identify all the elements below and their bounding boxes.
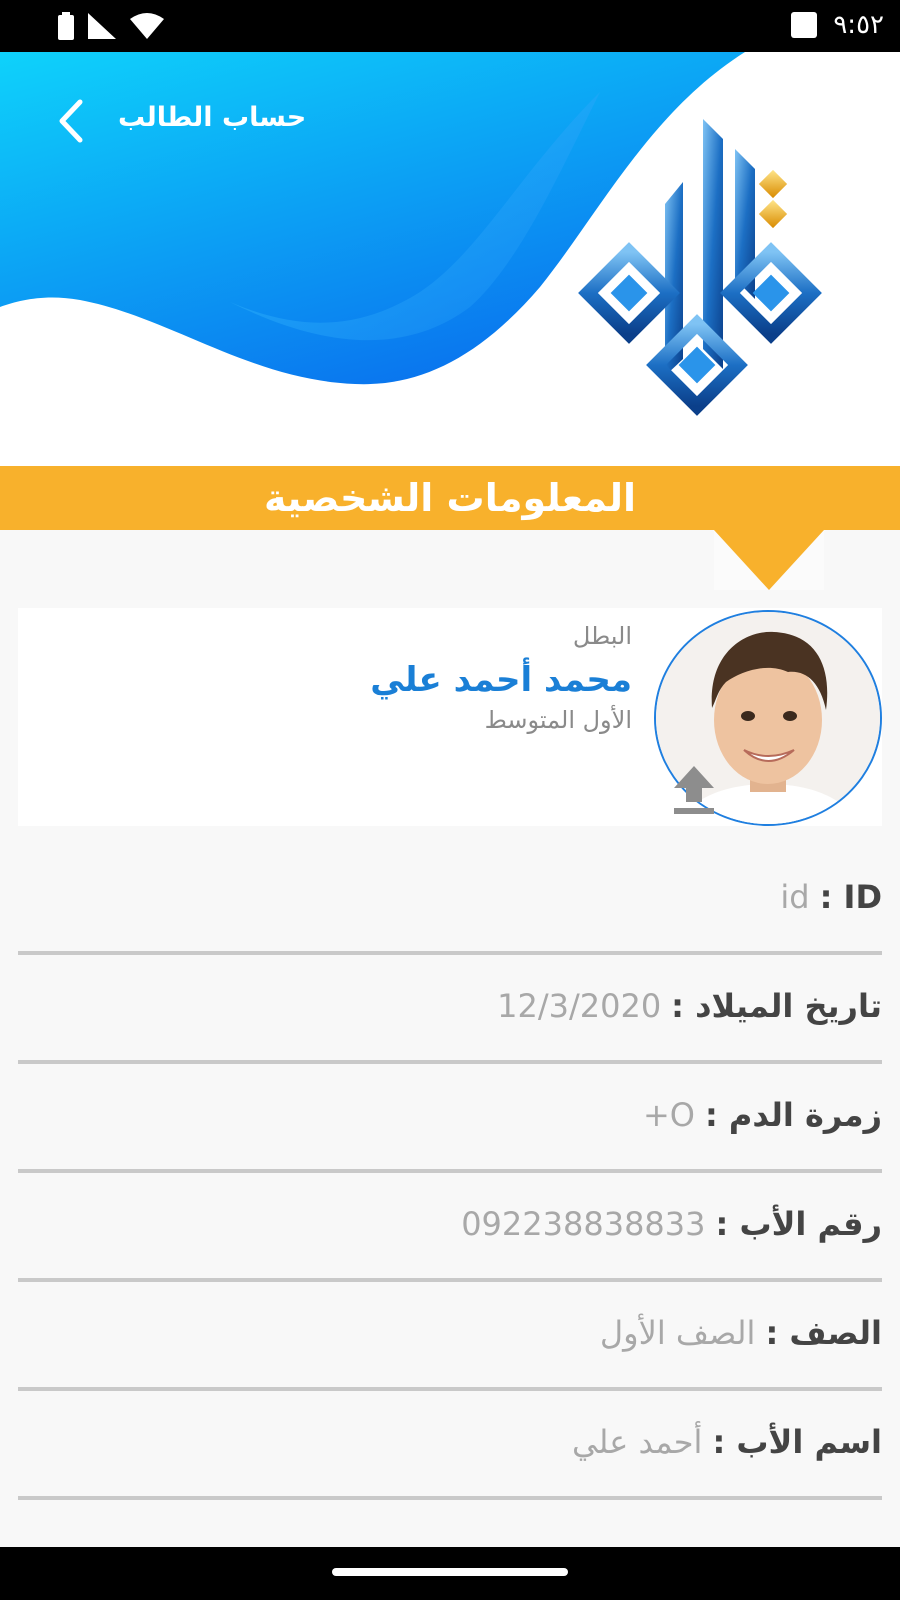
field-value: أحمد علي: [571, 1423, 703, 1461]
battery-icon: [58, 12, 74, 40]
field-value: id: [780, 878, 810, 916]
back-button[interactable]: [46, 96, 96, 146]
student-name: محمد أحمد علي: [370, 660, 632, 700]
notification-icon: [791, 12, 818, 38]
info-fields: ID : id تاريخ الميلاد : 12/3/2020 زمرة ا…: [18, 846, 882, 1500]
upload-icon: [674, 766, 714, 814]
banner-pointer-triangle: [714, 530, 824, 590]
field-birth-date: تاريخ الميلاد : 12/3/2020: [18, 955, 882, 1064]
calligraphy-logo: [578, 119, 822, 416]
field-id: ID : id: [18, 846, 882, 955]
navigation-bar: [0, 1547, 900, 1600]
upload-photo-button[interactable]: [670, 764, 718, 816]
status-time: ٩:٥٢: [833, 10, 884, 40]
field-label: تاريخ الميلاد :: [671, 987, 882, 1025]
field-class: الصف : الصف الأول: [18, 1282, 882, 1391]
field-father-phone: رقم الأب : 092238838833: [18, 1173, 882, 1282]
student-grade: الأول المتوسط: [484, 706, 632, 734]
field-value: O+: [642, 1096, 695, 1134]
field-label: ID :: [819, 878, 882, 916]
field-label: رقم الأب :: [715, 1205, 883, 1243]
profile-info: البطل محمد أحمد علي الأول المتوسط: [370, 622, 632, 734]
field-father-name: اسم الأب : أحمد علي: [18, 1391, 882, 1500]
chevron-left-icon: [59, 99, 83, 143]
status-bar: ٩:٥٢: [0, 0, 900, 52]
banner-pointer: [714, 530, 824, 590]
wifi-icon: [130, 13, 164, 39]
field-label: الصف :: [765, 1314, 882, 1352]
header-hero: حساب الطالب: [0, 52, 900, 466]
section-banner: المعلومات الشخصية: [0, 466, 900, 530]
profile-card: البطل محمد أحمد علي الأول المتوسط: [18, 608, 882, 826]
home-indicator[interactable]: [332, 1568, 568, 1576]
field-blood-type: زمرة الدم : O+: [18, 1064, 882, 1173]
field-value: الصف الأول: [599, 1314, 756, 1352]
section-title: المعلومات الشخصية: [263, 476, 637, 520]
profile-label: البطل: [572, 622, 632, 650]
field-divider: [18, 1496, 882, 1500]
page-title: حساب الطالب: [118, 102, 307, 133]
field-label: زمرة الدم :: [704, 1096, 882, 1134]
field-value: 092238838833: [461, 1205, 706, 1243]
signal-icon: [88, 13, 116, 39]
field-value: 12/3/2020: [497, 987, 662, 1025]
field-label: اسم الأب :: [712, 1423, 882, 1461]
